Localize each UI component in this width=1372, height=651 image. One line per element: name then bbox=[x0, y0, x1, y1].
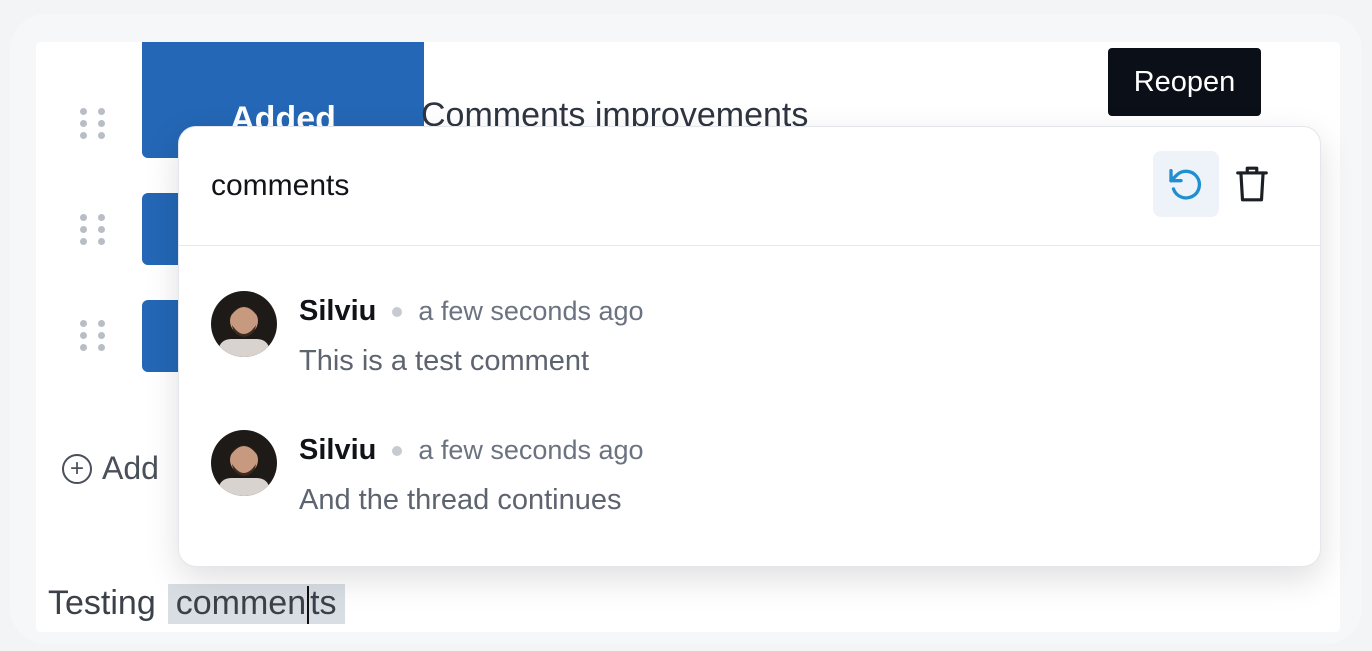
drag-handle-icon[interactable] bbox=[80, 320, 110, 360]
comment-highlight[interactable]: commen ts bbox=[167, 584, 345, 625]
add-label: Add bbox=[102, 450, 159, 486]
comment-author: Silviu bbox=[299, 434, 377, 466]
comment-meta: Silviu a few seconds ago bbox=[299, 295, 644, 328]
avatar[interactable] bbox=[211, 291, 277, 357]
add-row-button[interactable]: + Add bbox=[62, 450, 159, 487]
text-cursor bbox=[307, 586, 310, 625]
separator-dot bbox=[392, 445, 403, 456]
comment-author: Silviu bbox=[299, 295, 377, 327]
comment-item: Silviu a few seconds ago This is a test … bbox=[211, 291, 811, 377]
comment-thread-popup: comments Silviu a few seconds ago This i… bbox=[178, 126, 1321, 567]
comment-meta: Silviu a few seconds ago bbox=[299, 434, 644, 467]
rotate-ccw-icon bbox=[1169, 169, 1202, 200]
comment-text: This is a test comment bbox=[299, 345, 590, 377]
comment-time: a few seconds ago bbox=[418, 296, 644, 326]
comment-time: a few seconds ago bbox=[418, 435, 644, 465]
paragraph-text: Testing bbox=[48, 584, 156, 622]
drag-handle-icon[interactable] bbox=[80, 108, 110, 148]
reopen-tooltip: Reopen bbox=[1108, 48, 1261, 116]
comment-text: And the thread continues bbox=[299, 484, 622, 516]
reopen-button[interactable] bbox=[1153, 151, 1219, 217]
thread-title: comments bbox=[211, 169, 350, 202]
comment-item: Silviu a few seconds ago And the thread … bbox=[211, 430, 811, 516]
drag-handle-icon[interactable] bbox=[80, 214, 110, 254]
plus-circle-icon: + bbox=[62, 453, 92, 484]
delete-button[interactable] bbox=[1229, 151, 1275, 217]
avatar[interactable] bbox=[211, 430, 277, 496]
trash-icon bbox=[1236, 166, 1268, 202]
text-paragraph[interactable]: Testing commen ts bbox=[48, 584, 345, 625]
separator-dot bbox=[392, 306, 403, 317]
popup-header: comments bbox=[179, 127, 1320, 246]
